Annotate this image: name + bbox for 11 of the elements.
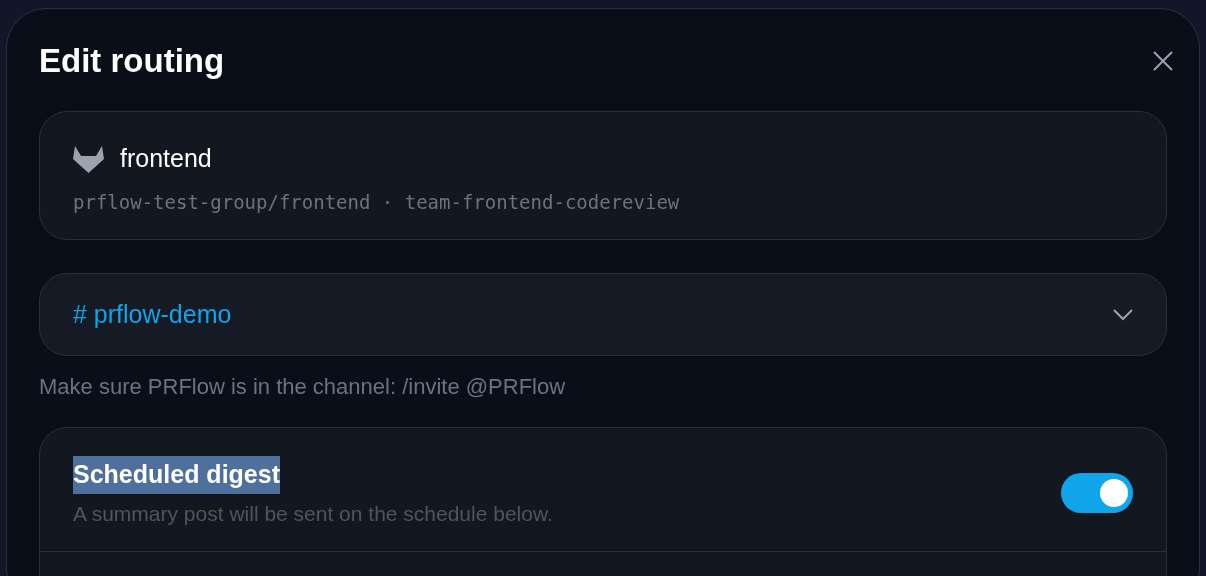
digest-title: Scheduled digest [73,456,280,494]
digest-description: A summary post will be sent on the schedule below. [73,500,553,527]
hint-text: Make sure PRFlow is in the channel: /invite @PRFlow [39,373,567,401]
repo-path: prflow-test-group/frontend · team-frontend-codereview [73,189,681,215]
channel-select[interactable]: # prflow-demo [39,273,1167,356]
chevron-down-icon [1113,308,1133,321]
repo-name: frontend [120,143,212,174]
close-icon[interactable] [1151,49,1175,73]
dialog-title: Edit routing [39,41,225,81]
digest-toggle[interactable] [1061,472,1133,513]
fox-head-icon [73,144,104,173]
